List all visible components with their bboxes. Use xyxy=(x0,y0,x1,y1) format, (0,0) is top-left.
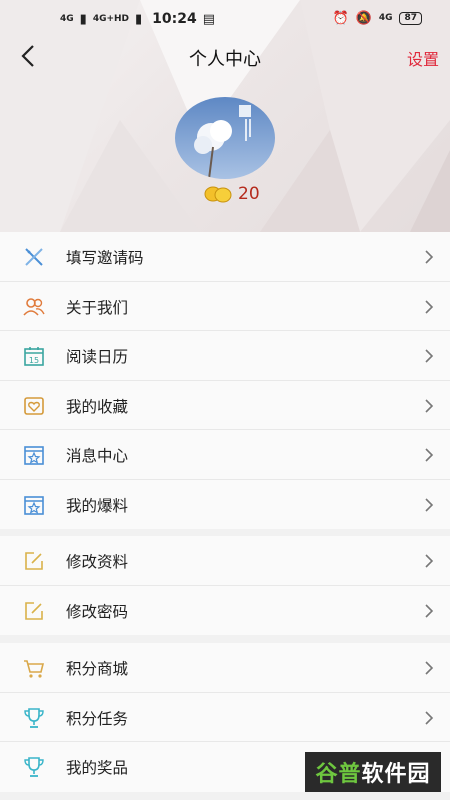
notification-icon: ▤ xyxy=(202,11,216,27)
chevron-right-icon xyxy=(425,299,434,314)
star-box-icon xyxy=(24,446,44,465)
menu-item-favorites[interactable]: 我的收藏 xyxy=(0,381,450,431)
coins-icon xyxy=(204,186,232,203)
site-watermark: 谷普 软件园 xyxy=(305,752,441,792)
chevron-right-icon xyxy=(425,448,434,462)
heart-icon xyxy=(24,396,44,415)
clock: 10:24 xyxy=(152,11,197,27)
chevron-right-icon xyxy=(425,497,434,512)
page-title: 个人中心 xyxy=(189,49,261,70)
settings-button[interactable]: 设置 xyxy=(407,46,439,70)
network-type: 4G xyxy=(378,13,393,23)
signal-bars-icon: ▮ xyxy=(135,11,143,27)
menu-item-label: 消息中心 xyxy=(66,447,129,465)
mute-icon: 🔕 xyxy=(355,11,372,26)
menu-item-label: 积分商城 xyxy=(66,660,129,678)
chevron-right-icon xyxy=(425,554,434,568)
menu-item-label: 我的爆料 xyxy=(66,496,129,515)
chevron-right-icon xyxy=(425,661,434,675)
edit-icon xyxy=(25,601,43,620)
coin-count: 20 xyxy=(238,184,260,204)
alarm-icon: ⏰ xyxy=(332,11,349,26)
signal-2: 4G+HD xyxy=(92,13,130,24)
chevron-right-icon xyxy=(425,603,434,618)
signal-1: 4G xyxy=(60,13,74,24)
menu-item-label: 填写邀请码 xyxy=(66,249,144,267)
cart-icon xyxy=(24,660,45,678)
avatar[interactable] xyxy=(175,97,275,179)
menu-item-edit-profile[interactable]: 修改资料 xyxy=(0,536,450,586)
watermark-part2: 软件园 xyxy=(361,762,431,787)
menu-item-label: 积分任务 xyxy=(66,709,129,728)
menu-item-label: 关于我们 xyxy=(66,298,129,317)
people-icon xyxy=(23,297,45,316)
chevron-right-icon xyxy=(425,349,434,363)
menu-item-label: 修改资料 xyxy=(66,553,129,571)
menu-item-my-tips[interactable]: 我的爆料 xyxy=(0,480,450,530)
menu-item-points-tasks[interactable]: 积分任务 xyxy=(0,693,450,743)
trophy-icon xyxy=(24,707,44,728)
menu-item-label: 修改密码 xyxy=(66,602,129,621)
chevron-right-icon xyxy=(425,250,434,264)
menu-item-message-center[interactable]: 消息中心 xyxy=(0,430,450,480)
signal-bars-icon: ▮ xyxy=(79,11,87,27)
menu-item-points-mall[interactable]: 积分商城 xyxy=(0,643,450,693)
trophy-icon xyxy=(24,757,44,777)
watermark-part1: 谷普 xyxy=(315,762,362,787)
menu-item-invite-code[interactable]: 填写邀请码 xyxy=(0,232,450,282)
nav-bar: 个人中心 设置 xyxy=(0,38,450,74)
menu-group-account: 填写邀请码 关于我们 15 阅读日历 我的收藏 消息中心 我的爆料 xyxy=(0,232,450,529)
profile-header: 4G ▮ 4G+HD ▮ 10:24 ▤ ⏰ 🔕 4G 87 个人中心 设置 2… xyxy=(0,0,450,232)
chevron-right-icon xyxy=(425,398,434,413)
chevron-right-icon xyxy=(425,710,434,725)
calendar-icon: 15 xyxy=(24,347,44,366)
svg-text:15: 15 xyxy=(29,356,39,365)
menu-item-about-us[interactable]: 关于我们 xyxy=(0,282,450,332)
menu-item-label: 我的奖品 xyxy=(66,759,129,777)
menu-item-reading-calendar[interactable]: 15 阅读日历 xyxy=(0,331,450,381)
edit-icon xyxy=(25,552,43,570)
pencil-ruler-icon xyxy=(25,248,43,266)
battery-indicator: 87 xyxy=(399,12,422,25)
coin-balance: 20 xyxy=(204,184,260,204)
menu-group-profile: 修改资料 修改密码 xyxy=(0,536,450,635)
star-box-icon xyxy=(24,495,44,515)
menu-item-change-password[interactable]: 修改密码 xyxy=(0,586,450,636)
status-bar: 4G ▮ 4G+HD ▮ 10:24 ▤ ⏰ 🔕 4G 87 xyxy=(0,0,450,38)
menu-item-label: 我的收藏 xyxy=(66,397,129,416)
menu-item-label: 阅读日历 xyxy=(66,348,129,366)
